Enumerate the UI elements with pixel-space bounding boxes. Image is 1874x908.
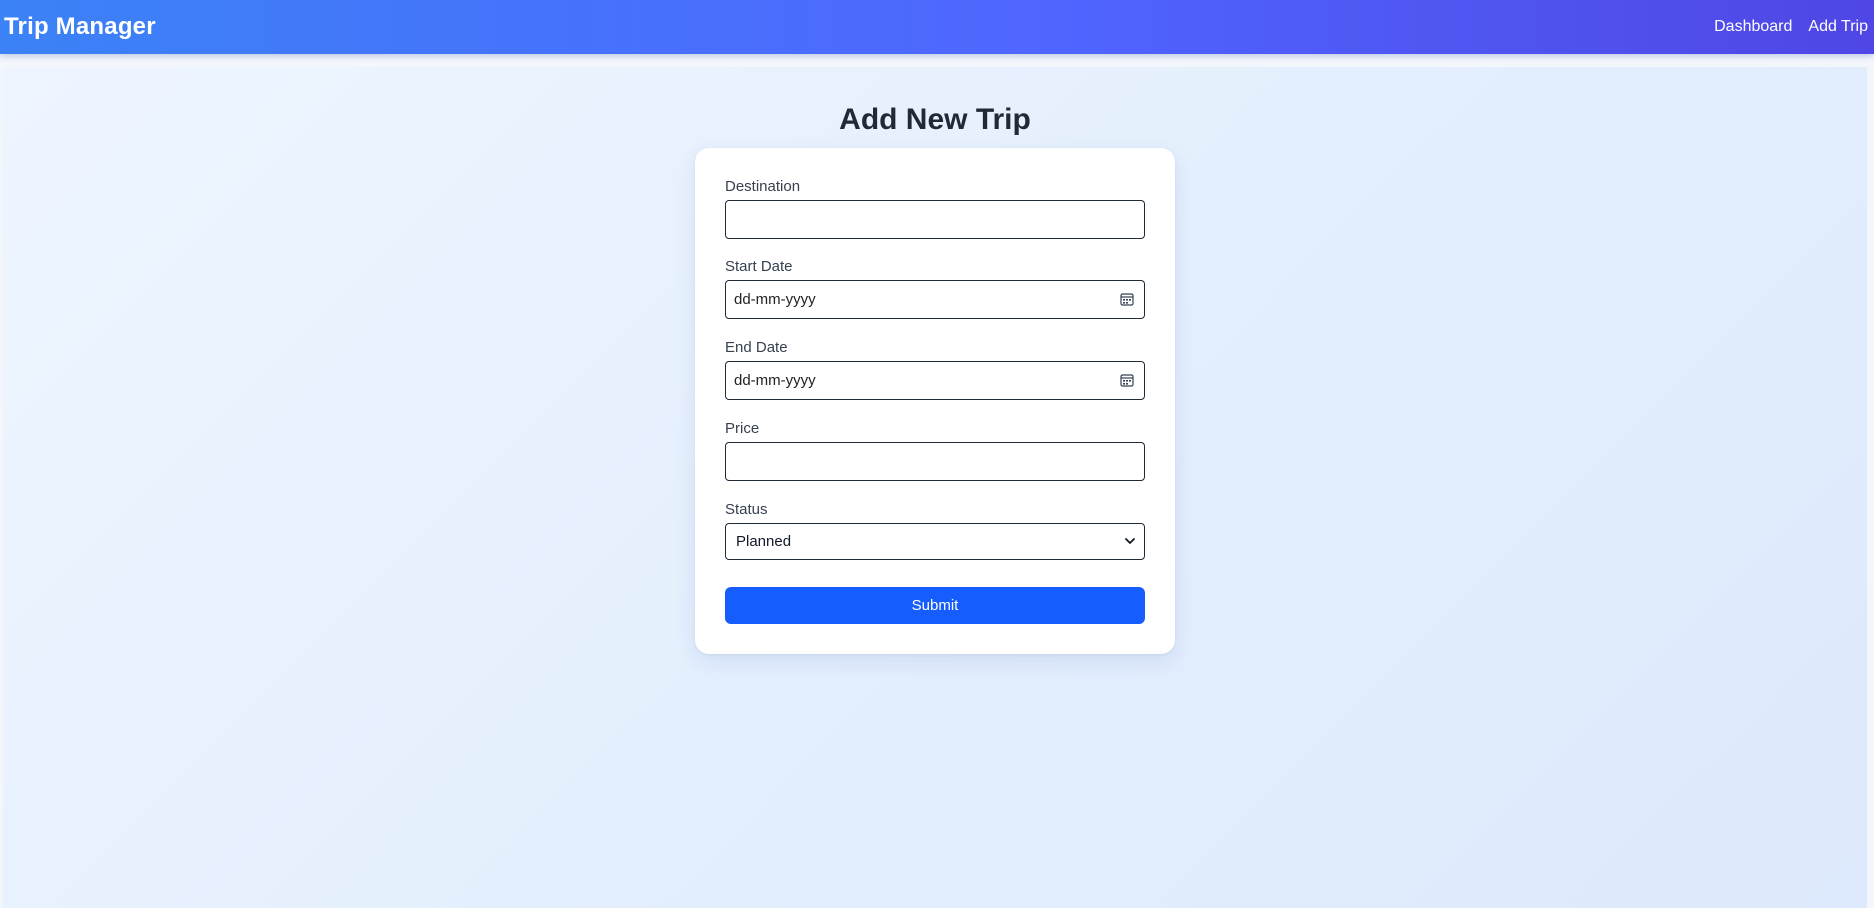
end-date-input[interactable]: dd-mm-yyyy xyxy=(725,361,1145,400)
nav-link-add-trip[interactable]: Add Trip xyxy=(1808,18,1868,36)
content-panel: Add New Trip Destination Start Date dd-m… xyxy=(3,67,1867,908)
calendar-icon[interactable] xyxy=(1120,292,1134,306)
price-input[interactable] xyxy=(725,442,1145,481)
add-trip-form: Destination Start Date dd-mm-yyyy End Da… xyxy=(695,148,1175,654)
page-title: Add New Trip xyxy=(839,103,1031,136)
start-date-field-group: Start Date dd-mm-yyyy xyxy=(725,256,1145,319)
start-date-label: Start Date xyxy=(725,258,793,275)
main-area: Add New Trip Destination Start Date dd-m… xyxy=(0,54,1874,908)
nav-links: Dashboard Add Trip xyxy=(1698,18,1868,36)
top-navbar: Trip Manager Dashboard Add Trip xyxy=(0,0,1874,54)
start-date-placeholder: dd-mm-yyyy xyxy=(734,291,816,308)
status-select[interactable]: Planned xyxy=(725,523,1145,560)
nav-link-dashboard[interactable]: Dashboard xyxy=(1714,18,1792,36)
end-date-label: End Date xyxy=(725,339,788,356)
price-label: Price xyxy=(725,420,760,437)
end-date-placeholder: dd-mm-yyyy xyxy=(734,372,816,389)
status-label: Status xyxy=(725,501,768,518)
destination-label: Destination xyxy=(725,178,801,195)
end-date-field-group: End Date dd-mm-yyyy xyxy=(725,337,1145,400)
destination-input[interactable] xyxy=(725,200,1145,239)
calendar-icon[interactable] xyxy=(1120,373,1134,387)
destination-field-group: Destination xyxy=(725,176,1145,239)
submit-button[interactable]: Submit xyxy=(725,587,1145,624)
price-field-group: Price xyxy=(725,418,1145,481)
status-selected-value: Planned xyxy=(736,533,792,550)
status-field-group: Status Planned xyxy=(725,499,1145,560)
chevron-down-icon xyxy=(1125,538,1135,544)
app-title[interactable]: Trip Manager xyxy=(4,13,156,41)
start-date-input[interactable]: dd-mm-yyyy xyxy=(725,280,1145,319)
